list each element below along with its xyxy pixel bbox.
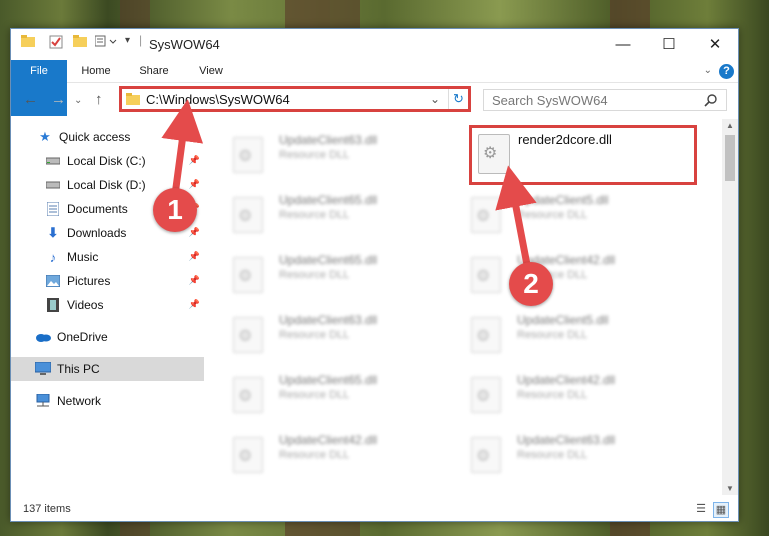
file-item[interactable]: UpdateClient65.dll Resource DLL xyxy=(211,243,447,299)
cloud-icon xyxy=(35,329,51,345)
tab-view[interactable]: View xyxy=(188,60,234,83)
dll-file-icon xyxy=(471,437,501,473)
explorer-window: ▾ | SysWOW64 — ☐ ✕ File Home Share View … xyxy=(10,28,739,522)
file-item[interactable]: UpdateClient65.dll Resource DLL xyxy=(211,363,447,419)
sidebar-item-quick-access[interactable]: ★ Quick access xyxy=(11,125,204,149)
recent-locations-icon[interactable]: ⌄ xyxy=(74,95,82,106)
dll-file-icon xyxy=(233,257,263,293)
window-title: SysWOW64 xyxy=(149,37,220,52)
back-arrow-icon[interactable]: ← xyxy=(23,91,38,108)
drive-icon xyxy=(45,153,61,169)
file-item[interactable]: UpdateClient42.dll Resource DLL xyxy=(211,423,447,479)
vertical-scrollbar[interactable]: ▲ ▼ xyxy=(722,119,738,495)
dll-file-icon xyxy=(471,317,501,353)
refresh-icon[interactable]: ↻ xyxy=(448,89,468,109)
status-bar: 137 items ☰ ▦ xyxy=(11,499,738,521)
properties-icon[interactable] xyxy=(49,35,63,49)
new-folder-icon[interactable] xyxy=(73,35,87,47)
callout-step-1: 1 xyxy=(153,188,197,232)
dll-file-icon xyxy=(233,197,263,233)
sidebar-item-onedrive[interactable]: OneDrive xyxy=(11,325,204,349)
address-bar[interactable]: C:\Windows\SysWOW64 ⌄ ↻ xyxy=(119,86,471,112)
sidebar-item-music[interactable]: ♪ Music 📌 xyxy=(11,245,204,269)
sidebar-item-local-disk-c[interactable]: Local Disk (C:) 📌 xyxy=(11,149,204,173)
pin-icon[interactable]: 📌 xyxy=(189,227,200,238)
pin-icon[interactable]: 📌 xyxy=(189,179,200,190)
dll-file-icon xyxy=(471,257,501,293)
forward-arrow-icon[interactable]: → xyxy=(51,91,66,108)
computer-icon xyxy=(35,361,51,377)
dll-file-icon xyxy=(478,134,510,174)
customize-toolbar-icon[interactable] xyxy=(95,35,119,47)
dll-file-icon xyxy=(233,137,263,173)
pin-icon[interactable]: 📌 xyxy=(189,299,200,310)
file-item-render2dcore[interactable]: render2dcore.dll xyxy=(469,125,697,185)
dropdown-icon[interactable]: ▾ xyxy=(125,35,130,46)
search-input[interactable]: Search SysWOW64 xyxy=(492,93,704,108)
file-item[interactable]: UpdateClient42.dll Resource DLL xyxy=(449,363,685,419)
up-arrow-icon[interactable]: ↑ xyxy=(95,91,103,108)
details-view-icon[interactable]: ☰ xyxy=(693,502,709,518)
maximize-button[interactable]: ☐ xyxy=(646,29,692,59)
tab-share[interactable]: Share xyxy=(131,60,177,83)
minimize-button[interactable]: — xyxy=(600,29,646,59)
sidebar-item-pictures[interactable]: Pictures 📌 xyxy=(11,269,204,293)
download-icon: ⬇ xyxy=(47,225,59,240)
address-folder-icon xyxy=(126,93,140,105)
star-icon: ★ xyxy=(39,129,51,144)
callout-step-2: 2 xyxy=(509,262,553,306)
pin-icon[interactable]: 📌 xyxy=(189,155,200,166)
navigation-bar: ← → ⌄ ↑ C:\Windows\SysWOW64 ⌄ ↻ Search S… xyxy=(11,84,738,118)
close-button[interactable]: ✕ xyxy=(692,29,738,59)
title-separator: | xyxy=(139,33,143,47)
dll-file-icon xyxy=(233,317,263,353)
search-icon[interactable] xyxy=(704,93,718,107)
folder-icon xyxy=(21,35,35,47)
pictures-icon xyxy=(45,273,61,289)
file-list: UpdateClient63.dll Resource DLL UpdateCl… xyxy=(211,119,721,504)
scrollbar-thumb[interactable] xyxy=(725,135,735,181)
pin-icon[interactable]: 📌 xyxy=(189,275,200,286)
file-item[interactable]: UpdateClient63.dll Resource DLL xyxy=(211,303,447,359)
sidebar-item-network[interactable]: Network xyxy=(11,389,204,413)
search-box[interactable]: Search SysWOW64 xyxy=(483,89,727,111)
large-icons-view-icon[interactable]: ▦ xyxy=(713,502,729,518)
help-icon[interactable]: ? xyxy=(719,64,734,79)
music-icon: ♪ xyxy=(49,249,57,265)
ribbon: File Home Share View ⌄ ? xyxy=(11,60,738,116)
expand-ribbon-icon[interactable]: ⌄ xyxy=(704,65,712,76)
pin-icon[interactable]: 📌 xyxy=(189,251,200,262)
address-path: C:\Windows\SysWOW64 xyxy=(146,91,290,107)
scroll-down-icon[interactable]: ▼ xyxy=(726,484,734,493)
item-count: 137 items xyxy=(23,503,71,515)
navigation-pane: ★ Quick access Local Disk (C:) 📌 Local D… xyxy=(11,125,204,495)
sidebar-item-this-pc[interactable]: This PC xyxy=(11,357,204,381)
documents-icon xyxy=(45,201,61,217)
sidebar-item-videos[interactable]: Videos 📌 xyxy=(11,293,204,317)
scroll-up-icon[interactable]: ▲ xyxy=(726,121,734,130)
videos-icon xyxy=(45,297,61,313)
address-dropdown-icon[interactable]: ⌄ xyxy=(430,92,440,106)
dll-file-icon xyxy=(471,377,501,413)
file-item[interactable]: UpdateClient5.dll Resource DLL xyxy=(449,303,685,359)
file-item[interactable]: UpdateClient63.dll Resource DLL xyxy=(211,123,447,179)
file-item[interactable]: UpdateClient5.dll Resource DLL xyxy=(449,183,685,239)
file-item[interactable]: UpdateClient63.dll Resource DLL xyxy=(449,423,685,479)
drive-icon xyxy=(45,177,61,193)
title-bar: ▾ | SysWOW64 — ☐ ✕ xyxy=(11,29,738,59)
dll-file-icon xyxy=(233,377,263,413)
file-item[interactable]: UpdateClient42.dll Resource DLL xyxy=(449,243,685,299)
dll-file-icon xyxy=(471,197,501,233)
file-item[interactable]: UpdateClient65.dll Resource DLL xyxy=(211,183,447,239)
tab-home[interactable]: Home xyxy=(73,60,119,83)
network-icon xyxy=(35,393,51,409)
dll-file-icon xyxy=(233,437,263,473)
